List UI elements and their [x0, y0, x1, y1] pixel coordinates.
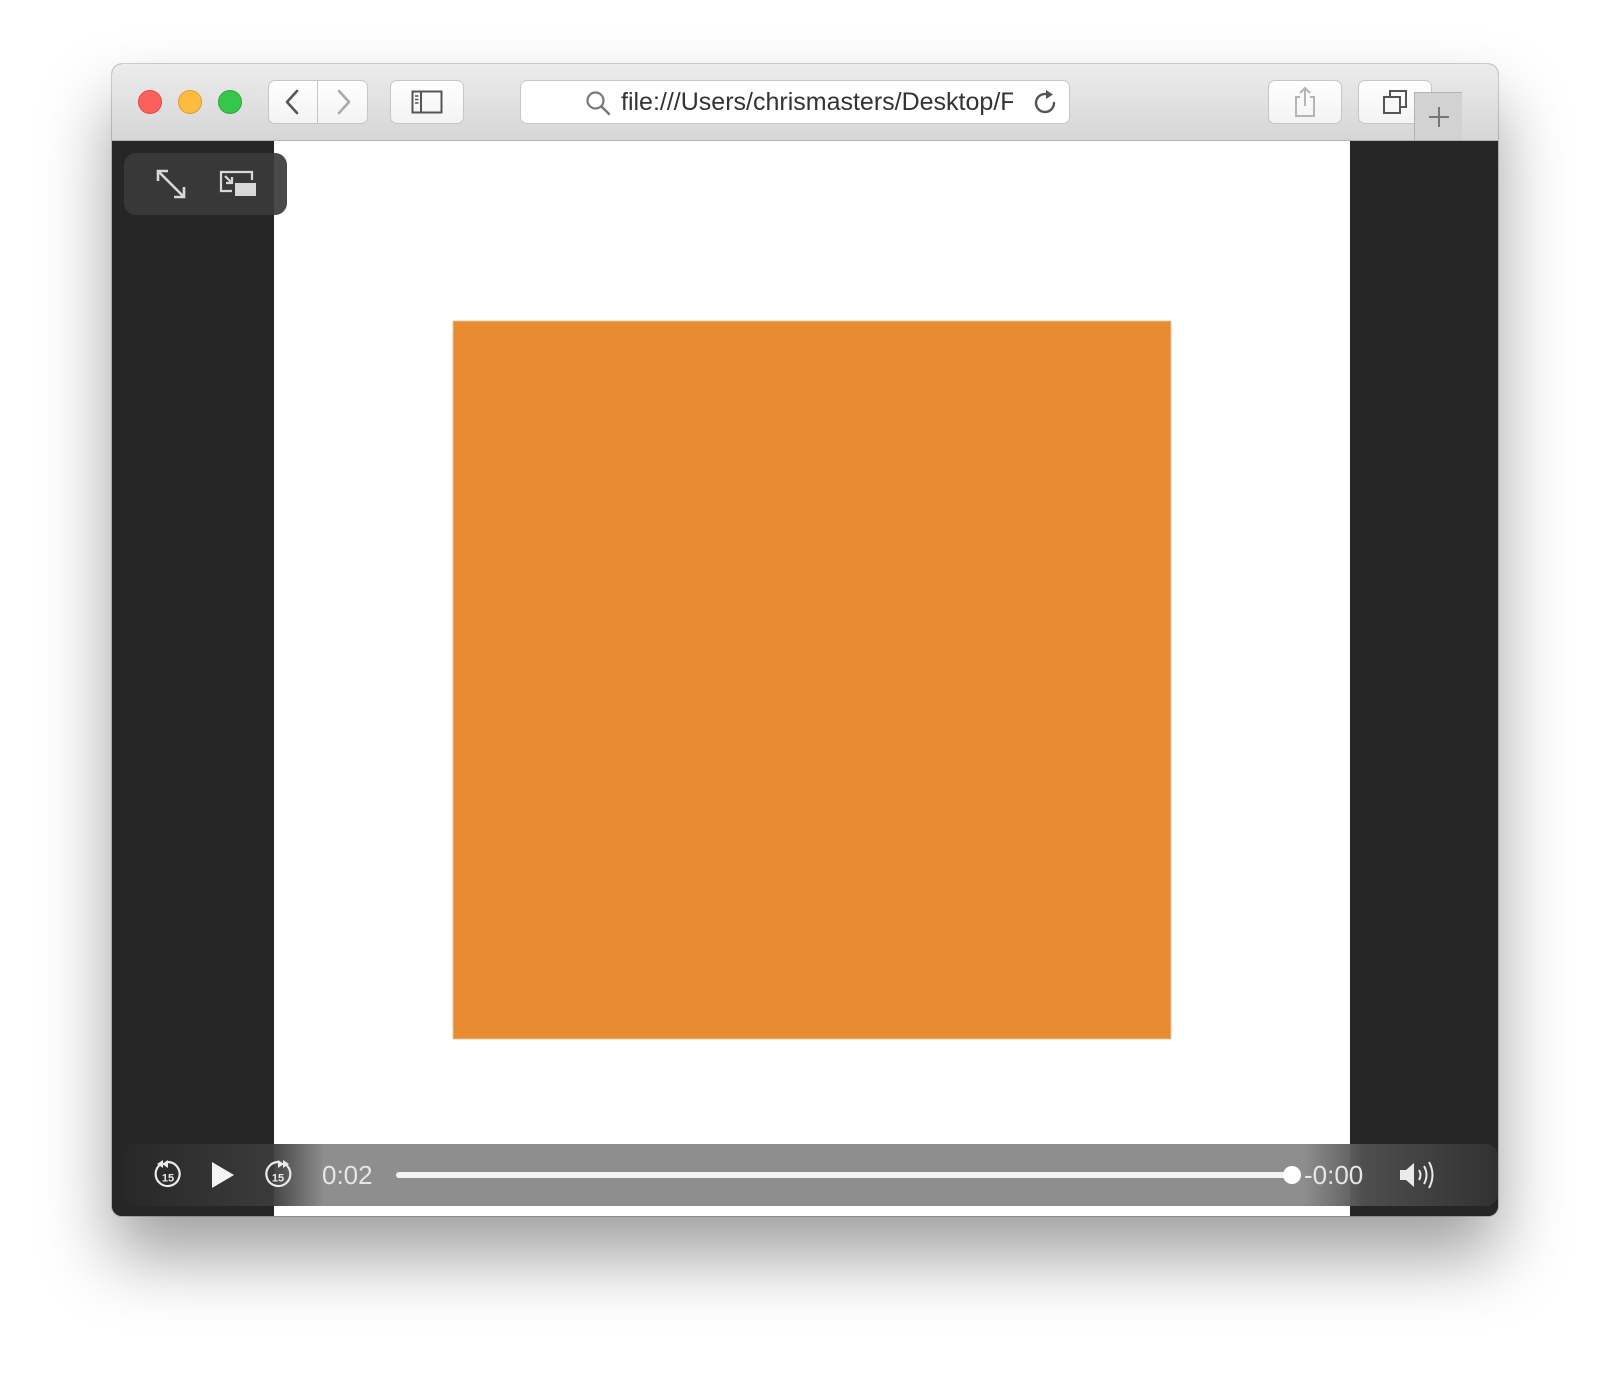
- time-elapsed: 0:02: [322, 1160, 373, 1190]
- skip-back-15-icon[interactable]: 15: [152, 1158, 184, 1192]
- video-frame[interactable]: [274, 141, 1350, 1216]
- progress-scrubber[interactable]: [396, 1166, 1301, 1184]
- address-bar[interactable]: file:///Users/chrismasters/Desktop/F: [520, 80, 1070, 124]
- skip-back-label: 15: [162, 1173, 174, 1185]
- play-icon[interactable]: [210, 1160, 236, 1190]
- close-window-button[interactable]: [138, 90, 162, 114]
- new-tab-button[interactable]: [1414, 92, 1462, 140]
- reload-icon[interactable]: [1033, 89, 1059, 117]
- picture-in-picture-icon[interactable]: [218, 169, 258, 199]
- share-icon: [1295, 86, 1315, 117]
- browser-toolbar: file:///Users/chrismasters/Desktop/F: [112, 64, 1498, 141]
- plus-icon: [1428, 106, 1449, 127]
- skip-forward-label: 15: [272, 1173, 284, 1185]
- zoom-window-button[interactable]: [218, 90, 242, 114]
- video-player: 15 15 0:02 -0:00: [112, 141, 1498, 1216]
- time-remaining: -0:00: [1304, 1160, 1364, 1190]
- share-button[interactable]: [1268, 80, 1342, 124]
- video-top-controls: [124, 153, 287, 215]
- forward-button[interactable]: [318, 80, 368, 124]
- browser-window: file:///Users/chrismasters/Desktop/F 15 …: [112, 64, 1498, 1216]
- sidebar-icon: [411, 90, 443, 114]
- back-button[interactable]: [268, 80, 318, 124]
- sidebar-button[interactable]: [390, 80, 464, 124]
- tab-overview-icon: [1383, 90, 1407, 114]
- skip-forward-15-icon[interactable]: 15: [262, 1158, 294, 1192]
- fullscreen-icon[interactable]: [154, 167, 188, 201]
- volume-icon[interactable]: [1398, 1160, 1442, 1190]
- chevron-left-icon: [285, 89, 299, 115]
- chevron-right-icon: [337, 89, 350, 115]
- scrubber-knob[interactable]: [1283, 1166, 1301, 1184]
- minimize-window-button[interactable]: [178, 90, 202, 114]
- video-content-square: [453, 321, 1171, 1039]
- url-text[interactable]: file:///Users/chrismasters/Desktop/F: [621, 81, 1013, 123]
- video-control-bar: 15 15 0:02 -0:00: [124, 1144, 1498, 1206]
- magnifier-icon: [586, 91, 611, 116]
